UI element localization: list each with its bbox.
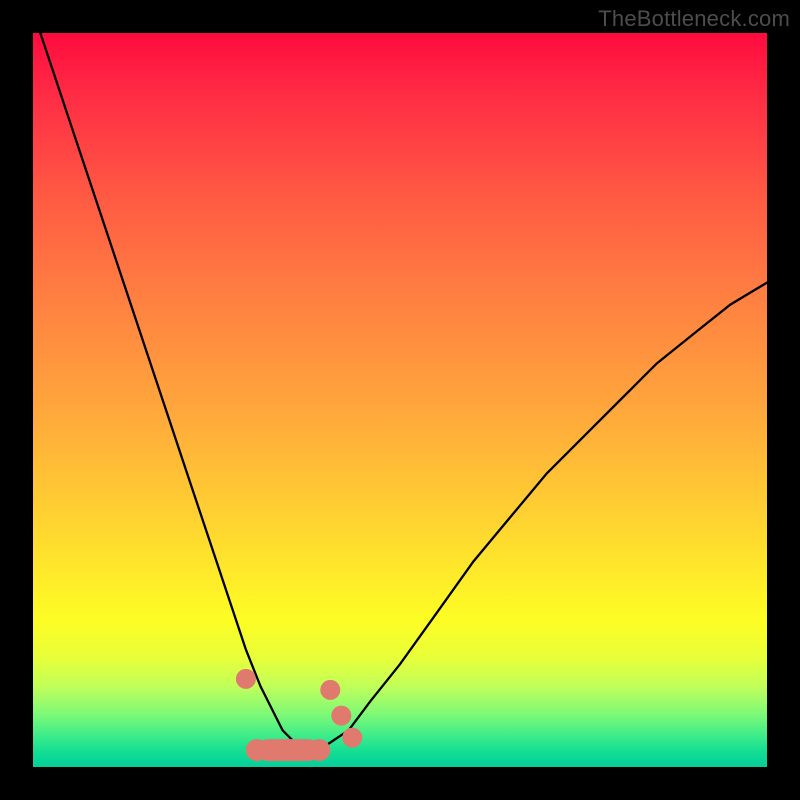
data-marker <box>308 739 330 761</box>
chart-frame: TheBottleneck.com <box>0 0 800 800</box>
marker-group <box>236 669 362 761</box>
data-marker <box>342 728 362 748</box>
watermark-text: TheBottleneck.com <box>598 6 790 32</box>
data-marker <box>246 739 268 761</box>
data-marker <box>236 669 256 689</box>
curve-group <box>33 11 767 749</box>
chart-svg <box>33 33 767 767</box>
bottleneck-curve <box>33 11 767 749</box>
data-marker <box>331 706 351 726</box>
data-marker <box>320 680 340 700</box>
plot-area <box>33 33 767 767</box>
